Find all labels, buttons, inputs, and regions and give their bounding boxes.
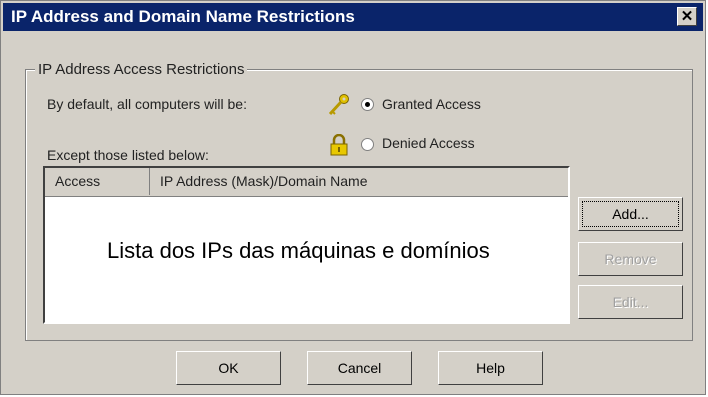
- window-title: IP Address and Domain Name Restrictions: [11, 7, 355, 26]
- list-annotation: Lista dos IPs das máquinas e domínios: [107, 238, 490, 263]
- close-icon[interactable]: ✕: [677, 7, 697, 26]
- column-access[interactable]: Access: [45, 168, 150, 195]
- granted-access-radio[interactable]: [361, 98, 374, 111]
- ok-button[interactable]: OK: [176, 351, 281, 385]
- column-ip-domain[interactable]: IP Address (Mask)/Domain Name: [150, 168, 570, 195]
- granted-access-label[interactable]: Granted Access: [382, 96, 481, 112]
- remove-button[interactable]: Remove: [578, 242, 683, 276]
- default-label: By default, all computers will be:: [47, 96, 247, 112]
- add-button[interactable]: Add...: [578, 197, 683, 231]
- denied-access-radio[interactable]: [361, 138, 374, 151]
- key-icon: [328, 94, 349, 116]
- dialog-window: IP Address and Domain Name Restrictions …: [0, 0, 706, 395]
- title-bar[interactable]: IP Address and Domain Name Restrictions …: [3, 3, 703, 31]
- list-header: Access IP Address (Mask)/Domain Name: [45, 168, 568, 197]
- help-button[interactable]: Help: [438, 351, 543, 385]
- except-label: Except those listed below:: [47, 147, 209, 163]
- edit-button[interactable]: Edit...: [578, 285, 683, 319]
- denied-access-label[interactable]: Denied Access: [382, 135, 475, 151]
- group-title: IP Address Access Restrictions: [35, 61, 248, 78]
- cancel-button[interactable]: Cancel: [307, 351, 412, 385]
- lock-icon: [330, 134, 348, 156]
